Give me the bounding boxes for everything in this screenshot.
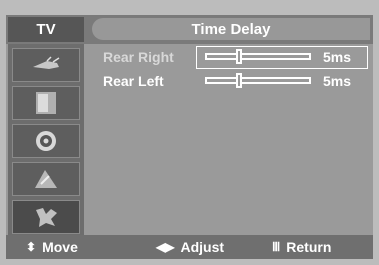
footer-adjust: ◀▶ Adjust xyxy=(156,239,224,255)
footer-help-bar: ⬍ Move ◀▶ Adjust Ⅲ Return xyxy=(6,235,373,259)
footer-adjust-label: Adjust xyxy=(180,239,225,255)
sidebar-menu xyxy=(8,44,84,235)
sound-icon xyxy=(36,131,56,151)
setting-row-rear-left[interactable]: Rear Left 5ms xyxy=(86,70,373,94)
setting-label: Rear Right xyxy=(103,49,174,65)
setting-row-rear-right[interactable]: Rear Right 5ms xyxy=(86,46,373,70)
settings-panel: Rear Right 5ms Rear Left 5ms xyxy=(86,44,373,235)
footer-return: Ⅲ Return xyxy=(272,239,331,255)
antenna-icon xyxy=(33,56,60,69)
footer-return-label: Return xyxy=(286,239,332,255)
sidebar-item-sound[interactable] xyxy=(12,124,80,158)
sidebar-item-setup[interactable] xyxy=(12,200,80,234)
setting-value: 5ms xyxy=(323,73,352,89)
footer-move-label: Move xyxy=(42,239,78,255)
rear-right-slider[interactable] xyxy=(205,49,311,64)
setup-icon xyxy=(36,208,57,227)
channel-icon xyxy=(35,170,57,188)
setting-label: Rear Left xyxy=(103,73,164,89)
sidebar-item-input[interactable] xyxy=(12,48,80,82)
tab-tv[interactable]: TV xyxy=(8,17,84,42)
slider-thumb[interactable] xyxy=(236,73,242,88)
page-title: Time Delay xyxy=(92,18,370,40)
menu-return-icon: Ⅲ xyxy=(272,240,281,254)
menu-header: TV Time Delay xyxy=(6,15,373,44)
updown-arrows-icon: ⬍ xyxy=(26,240,37,254)
slider-thumb[interactable] xyxy=(236,49,242,64)
sidebar-item-channel[interactable] xyxy=(12,162,80,196)
setting-value: 5ms xyxy=(323,49,352,65)
sidebar-item-picture[interactable] xyxy=(12,86,80,120)
leftright-arrows-icon: ◀▶ xyxy=(156,240,175,254)
footer-move: ⬍ Move xyxy=(26,239,78,255)
picture-icon xyxy=(36,92,56,114)
rear-left-slider[interactable] xyxy=(205,73,311,88)
osd-menu: TV Time Delay Rear Right 5ms Rear Left 5… xyxy=(6,15,373,259)
